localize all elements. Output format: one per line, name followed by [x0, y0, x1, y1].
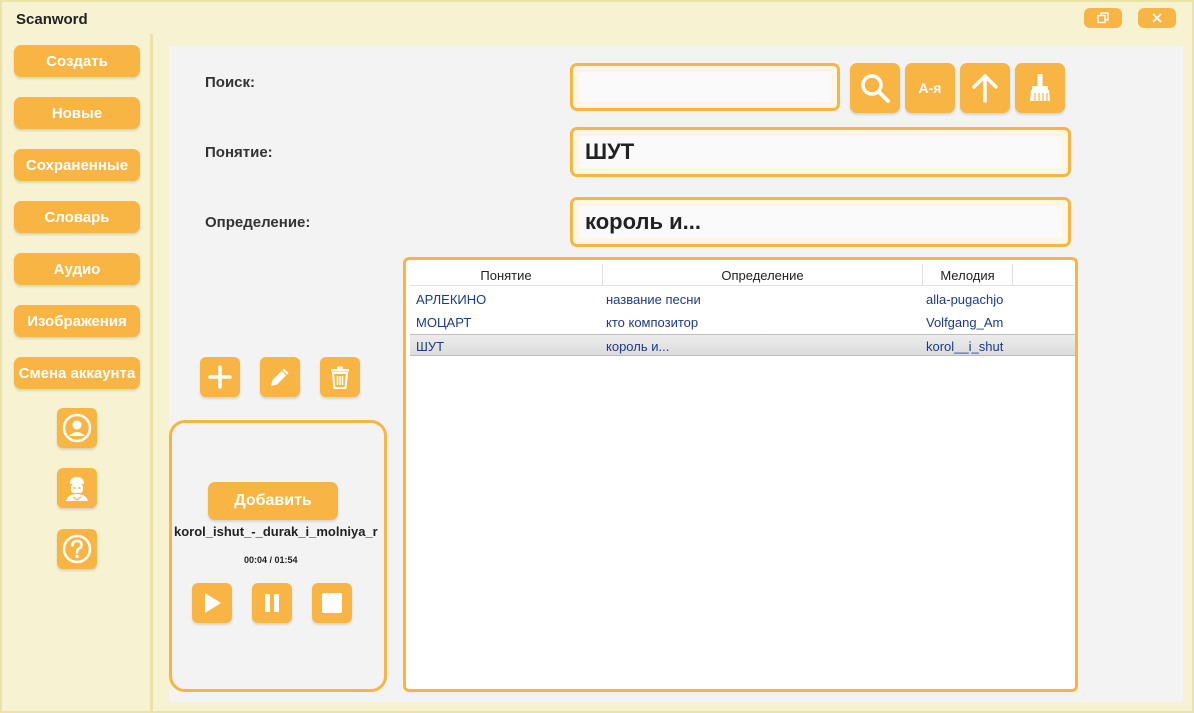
window-title: Scanword: [16, 11, 88, 28]
column-header-definition[interactable]: Определение: [603, 264, 923, 286]
add-entry-button[interactable]: [200, 357, 240, 397]
sidebar-item-new[interactable]: Новые: [14, 97, 140, 129]
definition-label: Определение:: [205, 214, 311, 231]
table-header: Понятие Определение Мелодия: [410, 264, 1075, 286]
sidebar-item-dictionary[interactable]: Словарь: [14, 201, 140, 233]
clear-button[interactable]: [1015, 63, 1065, 113]
sidebar-item-create[interactable]: Создать: [14, 45, 140, 77]
column-header-concept[interactable]: Понятие: [410, 264, 603, 286]
search-icon: [861, 74, 890, 103]
delete-entry-button[interactable]: [320, 357, 360, 397]
edit-entry-button[interactable]: [260, 357, 300, 397]
cell-melody: Volfgang_Am: [926, 314, 1004, 330]
words-table: Понятие Определение Мелодия АРЛЕКИНО наз…: [403, 257, 1078, 692]
cell-concept: АРЛЕКИНО: [416, 291, 487, 307]
admin-icon: [66, 477, 88, 501]
play-button[interactable]: [192, 583, 232, 623]
broom-icon: [1030, 74, 1050, 101]
table-row[interactable]: АРЛЕКИНО название песни alla-pugachjo: [410, 288, 1075, 310]
track-name: korol_ishut_-_durak_i_molniya_r: [174, 524, 378, 539]
sidebar-item-saved[interactable]: Сохраненные: [14, 149, 140, 181]
search-field: [570, 63, 840, 111]
search-input[interactable]: [579, 72, 831, 102]
cell-concept: МОЦАРТ: [416, 314, 472, 330]
user-icon: [62, 413, 92, 443]
pause-icon: [265, 594, 279, 612]
search-button[interactable]: [850, 63, 900, 113]
definition-value: король и...: [585, 209, 701, 234]
stop-button[interactable]: [312, 583, 352, 623]
app-window: Scanword Создать Новые Сохраненные Слова…: [0, 0, 1194, 713]
pencil-icon: [271, 368, 289, 386]
help-button[interactable]: [57, 529, 97, 569]
title-bar: Scanword: [2, 2, 1192, 34]
cell-melody: alla-pugachjo: [926, 291, 1004, 307]
concept-field[interactable]: ШУТ: [570, 127, 1071, 177]
close-button[interactable]: [1138, 8, 1176, 28]
cell-definition: название песни: [606, 291, 701, 307]
trash-icon: [331, 366, 349, 389]
scroll-up-button[interactable]: [960, 63, 1010, 113]
sort-button[interactable]: А-я: [905, 63, 955, 113]
play-icon: [205, 593, 221, 613]
cell-definition: король и...: [606, 338, 670, 354]
search-label: Поиск:: [205, 74, 256, 91]
restore-icon: [1097, 12, 1109, 24]
sidebar-item-change-account[interactable]: Смена аккаунта: [14, 357, 140, 389]
plus-icon: [208, 365, 232, 389]
close-icon: [1152, 13, 1162, 23]
stop-icon: [322, 593, 342, 613]
admin-button[interactable]: [57, 468, 97, 508]
cell-concept: ШУТ: [416, 338, 445, 354]
track-time: 00:04 / 01:54: [244, 555, 298, 565]
definition-field[interactable]: король и...: [570, 197, 1071, 247]
table-row[interactable]: МОЦАРТ кто композитор Volfgang_Am: [410, 311, 1075, 333]
column-header-melody[interactable]: Мелодия: [923, 264, 1013, 286]
sidebar-divider: [150, 34, 153, 711]
table-row-selected[interactable]: ШУТ король и... korol__i_shut: [410, 334, 1075, 356]
profile-button[interactable]: [57, 408, 97, 448]
cell-melody: korol__i_shut: [926, 338, 1004, 354]
sidebar-item-images[interactable]: Изображения: [14, 305, 140, 337]
sidebar-item-audio[interactable]: Аудио: [14, 253, 140, 285]
concept-label: Понятие:: [205, 144, 273, 161]
pause-button[interactable]: [252, 583, 292, 623]
help-icon: [62, 534, 92, 564]
restore-button[interactable]: [1084, 8, 1122, 28]
cell-definition: кто композитор: [606, 314, 699, 330]
concept-value: ШУТ: [585, 139, 635, 164]
arrow-up-icon: [972, 74, 998, 103]
add-audio-button[interactable]: Добавить: [208, 482, 338, 520]
